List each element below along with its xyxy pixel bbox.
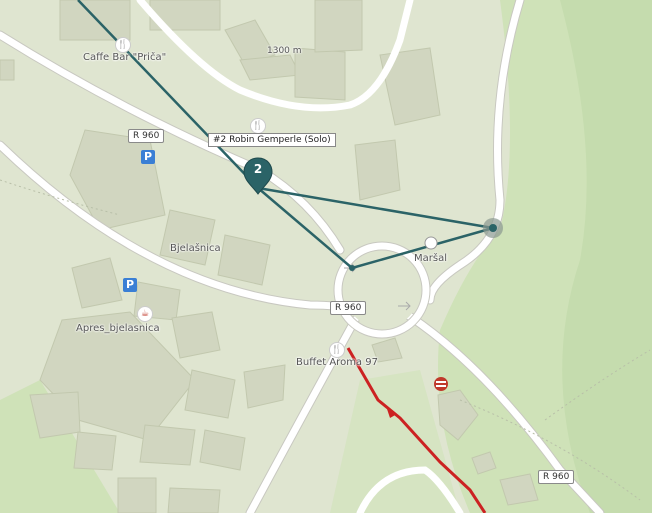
label-elevation: 1300 m	[267, 46, 302, 56]
roundabout-center	[344, 252, 420, 328]
restaurant-icon: 🍴	[115, 37, 131, 53]
track-endpoint[interactable]	[489, 224, 497, 232]
fast-food-icon	[434, 377, 448, 391]
label-marsal: Maršal	[414, 253, 447, 264]
map-canvas[interactable]: 🍴 🍴 🍴 ☕ P P Caffe Bar "Priča" 1300 m Bje…	[0, 0, 652, 513]
restaurant-icon: 🍴	[329, 342, 345, 358]
restaurant-icon: 🍴	[250, 118, 266, 134]
label-apres: Apres_bjelasnica	[76, 323, 160, 334]
track-pin-number[interactable]: 2	[248, 162, 268, 176]
label-bjelasnica: Bjelašnica	[170, 243, 221, 254]
track-vertex[interactable]	[349, 265, 355, 271]
flag-icon	[424, 236, 438, 250]
parking-icon: P	[141, 150, 155, 164]
road-shield: R 960	[538, 470, 575, 484]
label-caffe-bar: Caffe Bar "Priča"	[83, 52, 167, 63]
map-base	[0, 0, 652, 513]
cafe-icon: ☕	[137, 306, 153, 322]
parking-icon: P	[123, 278, 137, 292]
buildings	[0, 0, 539, 513]
label-buffet: Buffet Aroma 97	[296, 357, 378, 368]
road-shield: R 960	[128, 129, 165, 143]
road-shield: R 960	[330, 301, 367, 315]
track-tooltip: #2 Robin Gemperle (Solo)	[208, 133, 336, 147]
